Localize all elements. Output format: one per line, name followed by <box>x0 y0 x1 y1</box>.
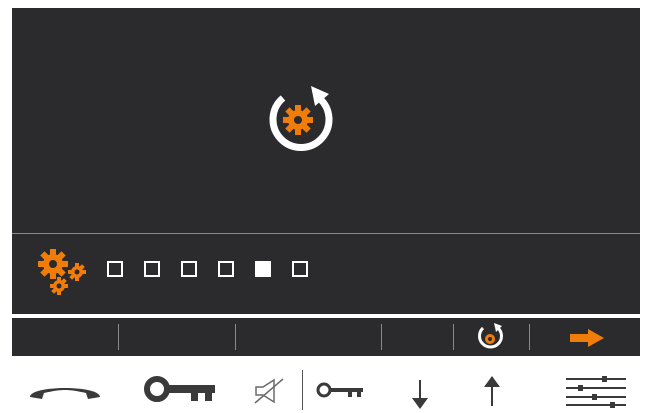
progress-step <box>144 261 160 277</box>
key-icon[interactable] <box>143 375 217 405</box>
gears-icon <box>38 249 86 295</box>
softkey-separator <box>529 324 530 350</box>
hardware-button-row <box>0 360 647 413</box>
arrow-right-icon[interactable] <box>570 329 604 347</box>
progress-step <box>218 261 234 277</box>
progress-step <box>255 261 271 277</box>
softkey-separator <box>118 324 119 350</box>
softkey-separator <box>453 324 454 350</box>
arrow-up-icon[interactable] <box>482 376 502 406</box>
softkey-separator <box>381 324 382 350</box>
button-separator <box>302 370 303 410</box>
sliders-icon[interactable] <box>566 376 626 408</box>
softkey-bar <box>12 318 640 356</box>
progress-step <box>107 261 123 277</box>
progress-step <box>181 261 197 277</box>
settings-refresh-icon[interactable] <box>474 322 506 352</box>
progress-steps <box>107 261 329 277</box>
handset-icon[interactable] <box>28 377 102 401</box>
progress-step <box>292 261 308 277</box>
speaker-mute-icon[interactable] <box>254 378 284 404</box>
display-screen <box>12 8 640 314</box>
arrow-down-icon[interactable] <box>410 380 430 410</box>
key-small-icon[interactable] <box>316 382 364 400</box>
screen-divider <box>12 233 640 234</box>
settings-refresh-icon <box>269 86 333 151</box>
softkey-separator <box>235 324 236 350</box>
